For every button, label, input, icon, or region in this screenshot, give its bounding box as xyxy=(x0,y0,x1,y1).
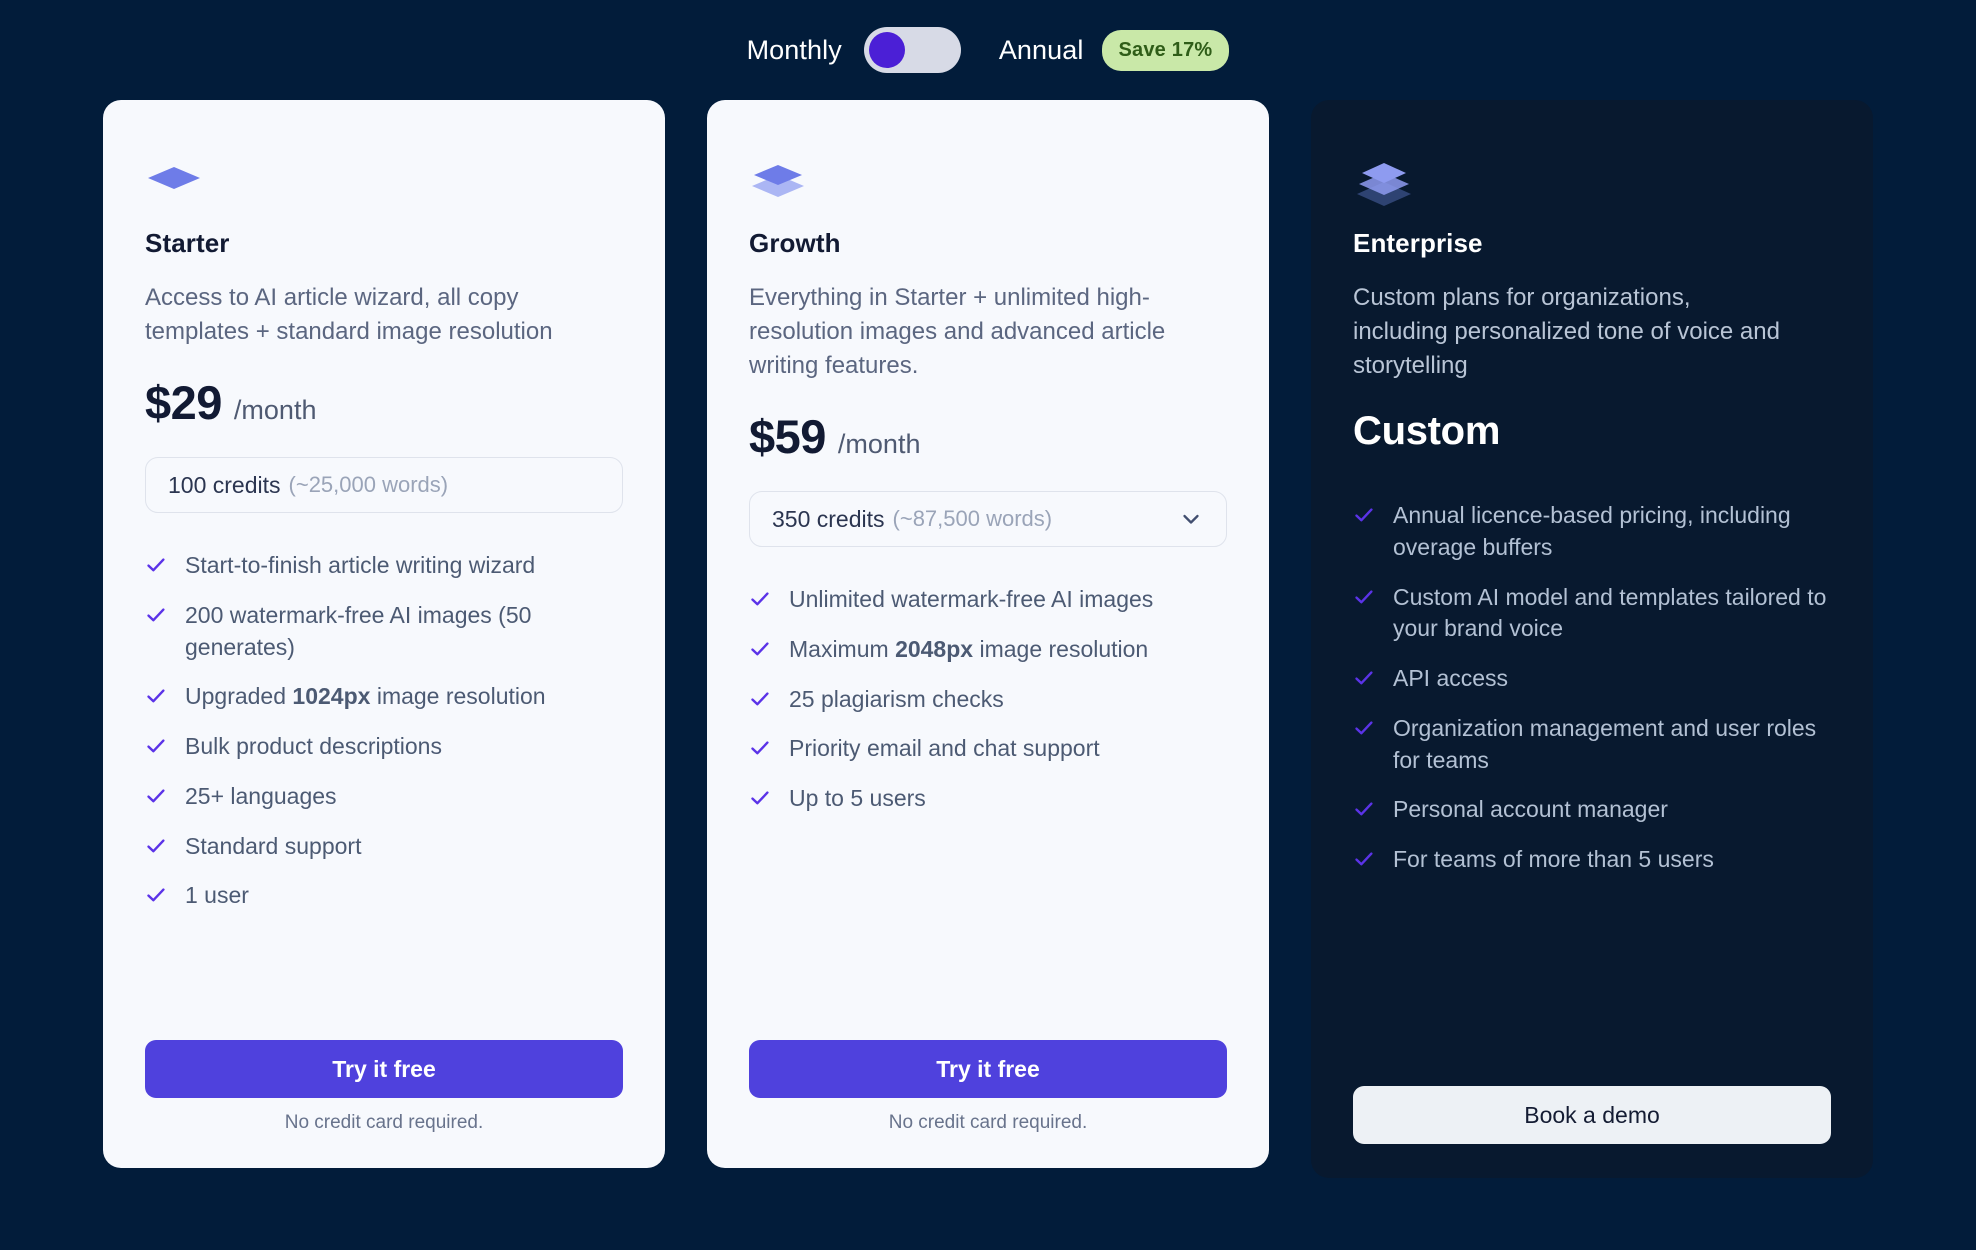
feature-list: Start-to-finish article writing wizard 2… xyxy=(145,541,623,921)
feature-item: Bulk product descriptions xyxy=(145,722,623,772)
feature-item: For teams of more than 5 users xyxy=(1353,835,1831,885)
check-icon xyxy=(1353,586,1375,613)
plan-name: Starter xyxy=(145,228,230,258)
feature-item: Unlimited watermark-free AI images xyxy=(749,575,1227,625)
billing-monthly-label[interactable]: Monthly xyxy=(747,35,842,66)
chevron-down-icon[interactable] xyxy=(1178,506,1204,532)
feature-text: For teams of more than 5 users xyxy=(1393,846,1714,873)
check-icon xyxy=(749,688,771,715)
credits-words-estimate: (~25,000 words) xyxy=(288,472,449,498)
check-icon xyxy=(749,737,771,764)
try-it-free-button[interactable]: Try it free xyxy=(145,1040,623,1098)
check-icon xyxy=(145,884,167,911)
feature-item: Priority email and chat support xyxy=(749,724,1227,774)
check-icon xyxy=(1353,798,1375,825)
feature-item: Standard support xyxy=(145,822,623,872)
feature-text: 200 watermark-free AI images (50 generat… xyxy=(185,601,532,660)
credits-selector[interactable]: 350 credits (~87,500 words) xyxy=(749,491,1227,548)
layers-double-icon xyxy=(749,152,1227,212)
feature-item: Upgraded 1024px image resolution xyxy=(145,672,623,722)
feature-list: Annual licence-based pricing, including … xyxy=(1353,491,1831,885)
credits-selector[interactable]: 100 credits (~25,000 words) xyxy=(145,457,623,514)
pricing-card-enterprise: Enterprise Custom plans for organizations… xyxy=(1311,100,1873,1178)
credits-amount: 100 credits xyxy=(168,471,281,498)
check-icon xyxy=(1353,717,1375,744)
price-custom-label: Custom xyxy=(1353,409,1501,454)
cta-section: Try it free No credit card required. xyxy=(749,1012,1227,1134)
pricing-cards-row: Starter Access to AI article wizard, all … xyxy=(0,100,1976,1178)
check-icon xyxy=(1353,504,1375,531)
save-badge: Save 17% xyxy=(1101,29,1230,71)
feature-item: 25 plagiarism checks xyxy=(749,675,1227,725)
feature-text: Standard support xyxy=(185,832,362,859)
toggle-knob xyxy=(868,32,905,68)
feature-item: 200 watermark-free AI images (50 generat… xyxy=(145,591,623,672)
feature-item: 25+ languages xyxy=(145,772,623,822)
check-icon xyxy=(749,588,771,615)
price-period: /month xyxy=(837,429,921,460)
feature-text: Annual licence-based pricing, including … xyxy=(1393,502,1791,560)
feature-text: Organization management and user roles f… xyxy=(1393,714,1817,773)
feature-text: Unlimited watermark-free AI images xyxy=(789,586,1154,613)
check-icon xyxy=(145,835,167,862)
feature-text: Personal account manager xyxy=(1393,796,1668,823)
price-period: /month xyxy=(233,395,317,426)
feature-item: Personal account manager xyxy=(1353,785,1831,835)
feature-item: API access xyxy=(1353,654,1831,704)
feature-text: Start-to-finish article writing wizard xyxy=(185,552,536,579)
billing-toggle-bar: Monthly Annual Save 17% xyxy=(0,0,1976,100)
check-icon xyxy=(1353,848,1375,875)
feature-item: Organization management and user roles f… xyxy=(1353,704,1831,785)
feature-text: API access xyxy=(1393,665,1509,692)
check-icon xyxy=(749,787,771,814)
billing-annual-label[interactable]: Annual xyxy=(999,35,1084,66)
plan-description: Custom plans for organizations, includin… xyxy=(1353,284,1780,380)
pricing-card-starter: Starter Access to AI article wizard, all … xyxy=(103,100,665,1168)
feature-text: 25 plagiarism checks xyxy=(789,685,1004,712)
billing-period-toggle[interactable] xyxy=(863,27,961,73)
price-amount: $29 xyxy=(145,376,222,430)
check-icon xyxy=(145,685,167,712)
plan-price: Custom xyxy=(1353,409,1831,463)
feature-item: Custom AI model and templates tailored t… xyxy=(1353,573,1831,654)
plan-name: Growth xyxy=(749,228,841,258)
book-a-demo-button[interactable]: Book a demo xyxy=(1353,1086,1831,1144)
check-icon xyxy=(749,638,771,665)
cta-note: No credit card required. xyxy=(284,1112,484,1133)
feature-item: Start-to-finish article writing wizard xyxy=(145,541,623,591)
feature-text: Priority email and chat support xyxy=(789,735,1100,762)
try-it-free-button[interactable]: Try it free xyxy=(749,1040,1227,1098)
plan-description: Access to AI article wizard, all copy te… xyxy=(145,284,553,346)
plan-price: $59 /month xyxy=(749,409,1227,463)
plan-name: Enterprise xyxy=(1353,228,1483,258)
feature-item: 1 user xyxy=(145,871,623,921)
feature-text: Custom AI model and templates tailored t… xyxy=(1393,583,1827,642)
feature-text: 25+ languages xyxy=(185,782,337,809)
cta-section: Try it free No credit card required. xyxy=(145,1012,623,1134)
cta-section: Book a demo xyxy=(1353,1058,1831,1144)
price-amount: $59 xyxy=(749,410,826,464)
check-icon xyxy=(145,735,167,762)
check-icon xyxy=(145,785,167,812)
layers-triple-icon xyxy=(1353,152,1831,212)
feature-text: Maximum 2048px image resolution xyxy=(789,635,1149,662)
plan-description: Everything in Starter + unlimited high-r… xyxy=(749,284,1166,380)
plan-price: $29 /month xyxy=(145,375,623,429)
credits-words-estimate: (~87,500 words) xyxy=(892,506,1053,532)
check-icon xyxy=(145,554,167,581)
layers-single-icon xyxy=(145,152,623,212)
cta-note: No credit card required. xyxy=(888,1112,1088,1133)
feature-list: Unlimited watermark-free AI images Maxim… xyxy=(749,575,1227,824)
feature-text: Bulk product descriptions xyxy=(185,733,442,760)
check-icon xyxy=(1353,667,1375,694)
feature-text: Upgraded 1024px image resolution xyxy=(185,683,546,710)
feature-item: Maximum 2048px image resolution xyxy=(749,625,1227,675)
feature-text: Up to 5 users xyxy=(789,785,926,812)
credits-amount: 350 credits xyxy=(772,505,885,532)
check-icon xyxy=(145,604,167,631)
pricing-card-growth: Growth Everything in Starter + unlimited … xyxy=(707,100,1269,1168)
feature-text: 1 user xyxy=(185,882,249,909)
feature-item: Annual licence-based pricing, including … xyxy=(1353,491,1831,572)
feature-item: Up to 5 users xyxy=(749,774,1227,824)
